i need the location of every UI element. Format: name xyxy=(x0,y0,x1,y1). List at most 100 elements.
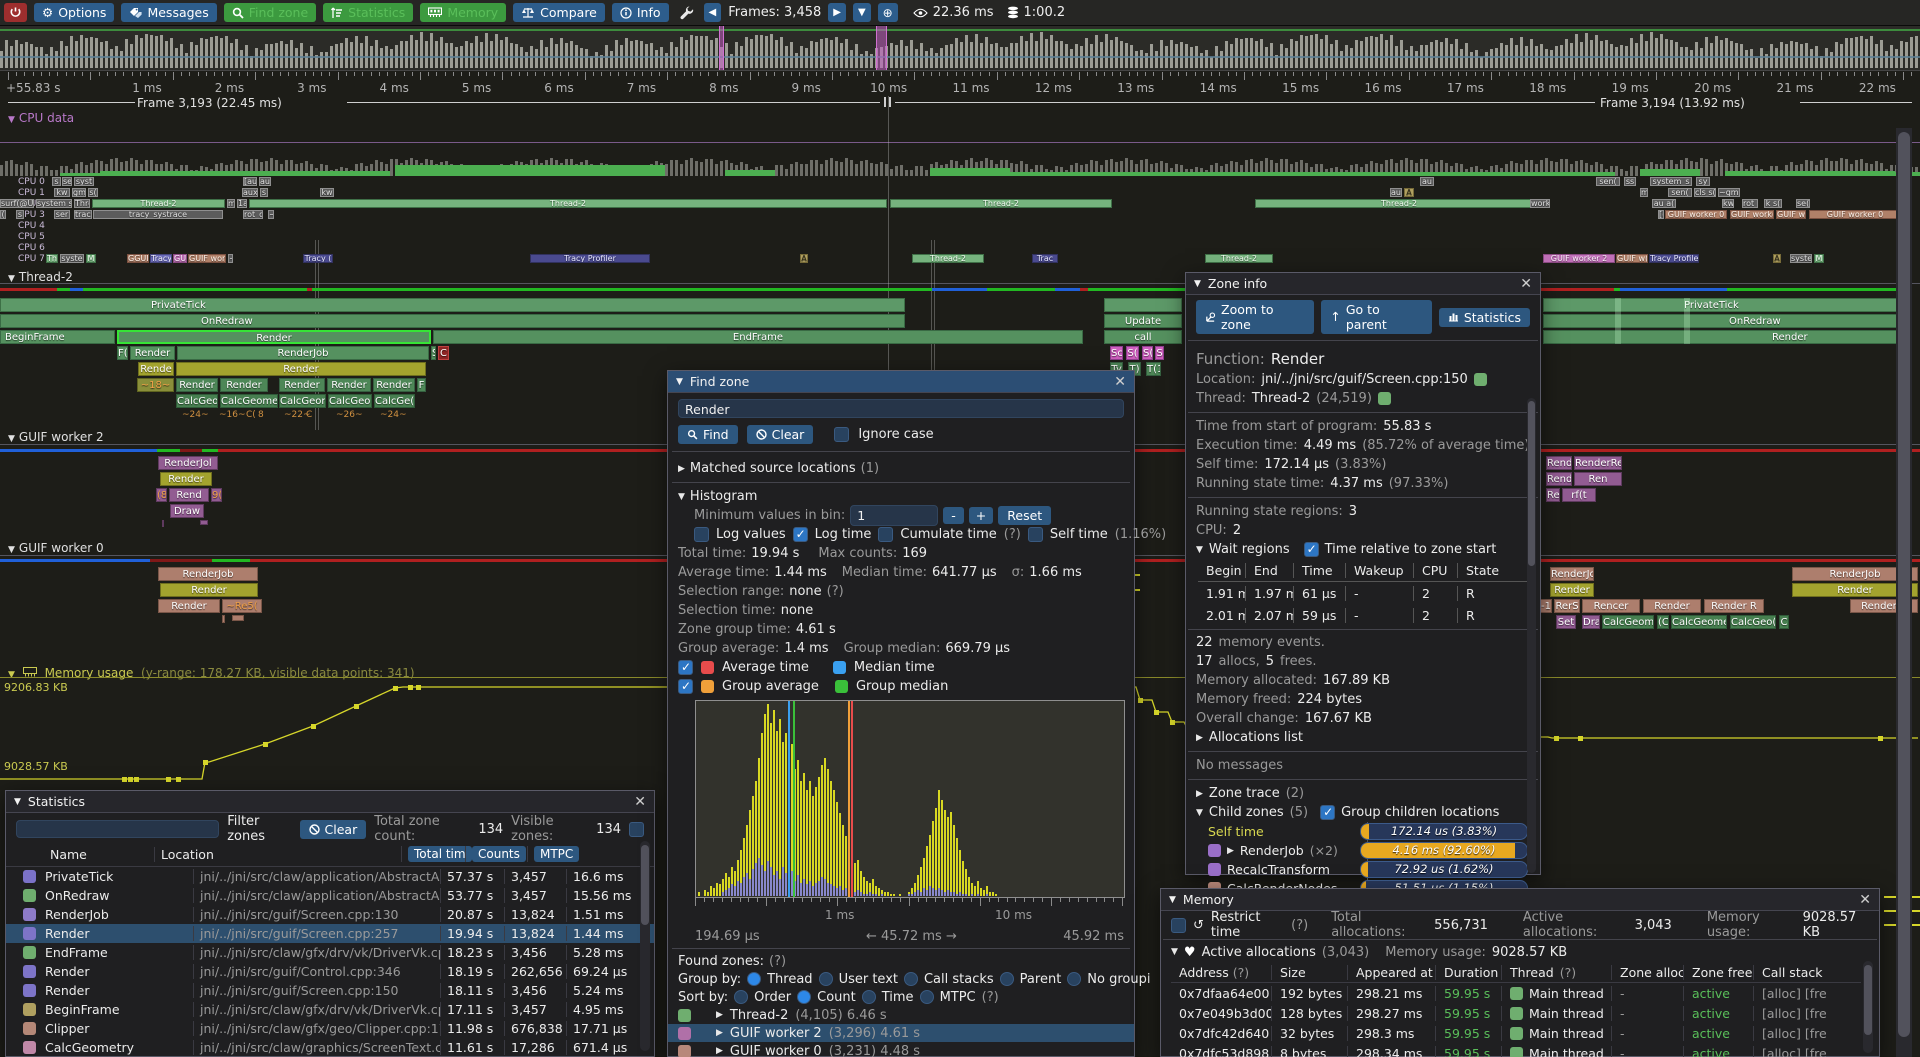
timeline-zone[interactable]: (C xyxy=(1657,615,1669,629)
timeline-zone[interactable]: au xyxy=(1390,188,1402,197)
table-row[interactable]: Clipperjni/../jni/src/claw/gfx/geo/Clipp… xyxy=(6,1019,654,1038)
timeline-zone[interactable]: s xyxy=(16,210,24,219)
found-zone-group[interactable]: ▶Thread-2(4,105) 6.46 s xyxy=(668,1006,1134,1024)
timeline-zone[interactable]: s( xyxy=(88,188,98,197)
timeline-zone[interactable]: ser xyxy=(54,210,70,219)
timeline-zone[interactable]: Thre xyxy=(74,199,90,208)
timeline-zone[interactable]: Render xyxy=(279,378,325,392)
timeline-zone[interactable]: OnRedraw xyxy=(0,314,905,328)
statistics-titlebar[interactable]: ▼Statistics✕ xyxy=(6,791,654,813)
log-time-checkbox[interactable] xyxy=(793,527,808,542)
groupby-radio-parent[interactable] xyxy=(1000,972,1014,986)
timeline-zone[interactable]: Thread-2 xyxy=(1205,254,1273,263)
timeline-zone[interactable]: M xyxy=(1814,254,1824,263)
zoom-to-zone-button[interactable]: Zoom to zone xyxy=(1196,300,1314,334)
table-row[interactable]: EndFramejni/../jni/src/claw/gfx/drv/vk/D… xyxy=(6,943,654,962)
timeline-zone[interactable] xyxy=(162,520,164,527)
groupby-radio-call-stacks[interactable] xyxy=(904,972,918,986)
bin-reset-button[interactable]: Reset xyxy=(998,506,1051,525)
zone-location[interactable]: jni/../jni/src/guif/Screen.cpp:150 xyxy=(1261,372,1467,387)
timeline-zone[interactable]: Rende xyxy=(138,362,174,376)
timeline-zone[interactable]: [( xyxy=(1658,210,1664,219)
found-zone-group[interactable]: ▶GUIF worker 0(3,231) 4.48 s xyxy=(668,1042,1134,1057)
group-avg-checkbox[interactable] xyxy=(678,679,693,694)
zone-trace-toggle[interactable]: Zone trace xyxy=(1209,786,1280,801)
timeline-zone[interactable]: kw( xyxy=(1722,199,1734,208)
timeline-zone[interactable]: Render xyxy=(327,378,371,392)
clear-button[interactable]: Clear xyxy=(747,425,814,444)
timeline-zone[interactable]: Ren xyxy=(1574,472,1622,486)
timeline-zone[interactable]: S xyxy=(1155,346,1164,360)
timeline-zone[interactable]: C xyxy=(1779,615,1789,629)
close-icon[interactable]: ✕ xyxy=(634,794,646,810)
timeline-zone[interactable]: ~ xyxy=(228,254,233,263)
cumulate-time-checkbox[interactable] xyxy=(878,527,893,542)
bin-plus-button[interactable]: + xyxy=(969,507,993,524)
col-counts[interactable]: Counts xyxy=(472,846,526,862)
timeline-zone[interactable]: s xyxy=(52,177,61,186)
timeline-zone[interactable]: Draw xyxy=(170,504,204,518)
timeline-zone[interactable]: tracy_sysn xyxy=(74,210,92,219)
timeline-zone[interactable]: Tracy Profiler xyxy=(530,254,650,263)
timeline-zone[interactable]: Tracy ( xyxy=(303,254,333,263)
table-row[interactable]: Renderjni/../jni/src/guif/Screen.cpp:257… xyxy=(6,924,654,943)
table-row[interactable]: BeginFramejni/../jni/src/claw/gfx/drv/vk… xyxy=(6,1000,654,1019)
child-zone-row[interactable]: RecalcTransform72.92 us (1.62%) xyxy=(1186,860,1540,879)
find-zone-titlebar[interactable]: ▼Find zone✕ xyxy=(668,371,1134,393)
timeline-zone[interactable]: sen( xyxy=(1596,177,1620,186)
wait-region-row[interactable]: 2.01 ms2.07 ms59 µs-2R xyxy=(1198,604,1528,626)
timeline-zone[interactable]: Render xyxy=(1643,599,1701,613)
timeline-zone[interactable]: RenderJol xyxy=(158,456,218,470)
timeline-zone[interactable]: RenderJol xyxy=(1550,567,1594,581)
timeline-zone[interactable]: ~18~ xyxy=(137,378,174,392)
matched-source-locations[interactable]: Matched source locations xyxy=(690,461,856,476)
sortby-radio-order[interactable] xyxy=(734,990,748,1004)
timeline-zone[interactable]: call xyxy=(1104,330,1182,344)
timeline-zone[interactable]: PrivateTick xyxy=(0,298,905,312)
min-bin-input[interactable]: 1 xyxy=(850,505,938,526)
groupby-radio-thread[interactable] xyxy=(747,972,761,986)
allocation-row[interactable]: 0x7dfaa64e00192 bytes298.21 ms59.95 sMai… xyxy=(1171,983,1861,1003)
timeline-zone[interactable] xyxy=(222,615,225,623)
timeline-zone[interactable]: GUIF w( xyxy=(1616,254,1648,263)
zone-info-titlebar[interactable]: ▼Zone info✕ xyxy=(1186,273,1540,295)
table-row[interactable]: Renderjni/../jni/src/guif/Control.cpp:34… xyxy=(6,962,654,981)
timeline-zone[interactable]: Render xyxy=(1546,472,1572,486)
alloc-call-stack[interactable]: [alloc] [fre xyxy=(1753,1046,1861,1057)
timeline-zone[interactable]: surf(@U2g( xyxy=(0,199,34,208)
timeline-zone[interactable]: PrivateTick xyxy=(1543,298,1897,312)
guif-worker-0-header[interactable]: ▼GUIF worker 0 xyxy=(8,541,104,555)
timeline-zone[interactable]: CalcGeo( xyxy=(328,394,372,408)
timeline-zone[interactable]: A xyxy=(800,254,808,263)
timeline-zone[interactable]: RerS xyxy=(1554,599,1580,613)
timeline-zone[interactable]: OnRedraw xyxy=(1543,314,1897,328)
close-icon[interactable]: ✕ xyxy=(1859,892,1871,908)
timeline-zone[interactable]: CalcGeome xyxy=(220,394,278,408)
col-total-time[interactable]: Total tim xyxy=(408,846,472,862)
timeline-zone[interactable]: ss xyxy=(1624,177,1636,186)
timeline-zone[interactable]: Render xyxy=(160,583,258,597)
sortby-radio-count[interactable] xyxy=(797,990,811,1004)
timeline-zone[interactable]: CalcGeome xyxy=(1602,615,1654,629)
find-button[interactable]: Find xyxy=(678,425,738,444)
find-zone-search-input[interactable]: Render xyxy=(678,399,1124,418)
time-relative-checkbox[interactable] xyxy=(1304,542,1319,557)
timeline-zone[interactable]: Render xyxy=(176,378,218,392)
filter-zones-input[interactable] xyxy=(16,820,219,838)
zone-thread[interactable]: Thread-2 xyxy=(1252,391,1310,406)
timeline-zone[interactable]: Thread-2 xyxy=(92,199,225,208)
timeline-zone[interactable]: kw xyxy=(54,188,70,197)
sortby-radio-time[interactable] xyxy=(862,990,876,1004)
memory-titlebar[interactable]: ▼Memory✕ xyxy=(1161,889,1879,911)
child-zone-row[interactable]: ▶RenderJob(×2)4.16 ms (92.60%) xyxy=(1186,841,1540,860)
timeline-zone[interactable]: 9( xyxy=(211,488,222,502)
timeline-zone[interactable]: rot_d xyxy=(243,210,263,219)
alloc-call-stack[interactable]: [alloc] [fre xyxy=(1753,1006,1861,1021)
statistics-scrollbar[interactable] xyxy=(641,845,649,925)
timeline-zone[interactable]: ( xyxy=(0,210,6,219)
timeline-zone[interactable]: [au xyxy=(243,177,257,186)
timeline-zone[interactable]: au xyxy=(259,177,271,186)
timeline-zone[interactable]: Render xyxy=(158,599,220,613)
allocations-list-toggle[interactable]: Allocations list xyxy=(1209,730,1303,745)
timeline-zone[interactable]: sy xyxy=(1696,177,1710,186)
